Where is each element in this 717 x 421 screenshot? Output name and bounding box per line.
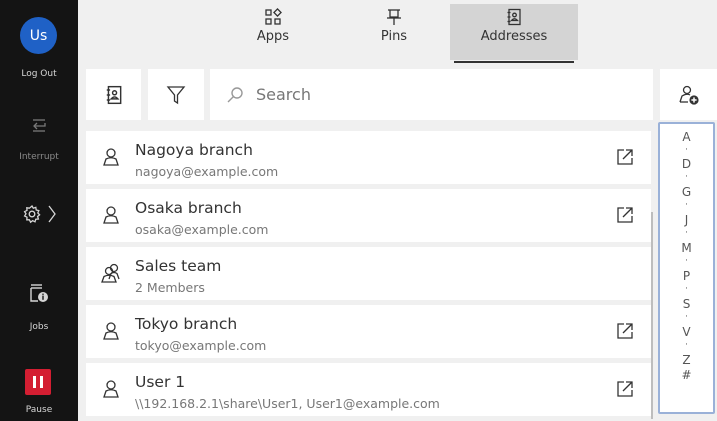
contact-name: Osaka branch [135,199,242,217]
contact-row[interactable]: Osaka branch osaka@example.com [86,189,651,242]
logout-label[interactable]: Log Out [0,69,78,79]
search-input[interactable] [254,84,638,105]
settings-button[interactable] [0,204,78,224]
alphabet-index[interactable]: A · D · G · J · M · P · S · V · Z # [658,122,715,414]
contact-row[interactable]: Nagoya branch nagoya@example.com [86,131,651,184]
jobs-icon[interactable] [0,282,78,304]
index-dot: · [685,284,688,294]
interrupt-icon[interactable] [0,117,78,133]
tab-addresses[interactable]: Addresses [450,4,578,63]
index-dot: · [685,312,688,322]
contact-detail: nagoya@example.com [135,164,279,179]
contact-name: Nagoya branch [135,141,253,159]
gear-icon [23,205,41,224]
search-box[interactable] [210,69,653,120]
external-link-icon[interactable] [615,321,635,341]
pause-button[interactable] [25,369,51,395]
pause-icon [33,376,43,388]
contact-list: Nagoya branch nagoya@example.com Osaka b… [86,131,651,419]
index-letter[interactable]: S [660,297,713,311]
group-icon [101,263,123,283]
filter-icon [166,85,186,104]
person-icon [101,321,121,341]
index-letter[interactable]: # [660,368,713,382]
index-letter[interactable]: A [660,130,713,144]
tab-apps[interactable]: Apps [209,4,337,60]
filter-button[interactable] [148,69,204,120]
add-contact-icon [678,85,699,105]
external-link-icon[interactable] [615,379,635,399]
tab-addresses-label: Addresses [480,29,548,44]
contact-row[interactable]: Sales team 2 Members [86,247,651,300]
index-dot: · [685,340,688,350]
index-letter[interactable]: Z [660,353,713,367]
tab-pins-label: Pins [380,29,408,44]
list-scrollbar[interactable] [651,212,653,419]
pause-label[interactable]: Pause [0,405,78,415]
index-letter[interactable]: D [660,157,713,171]
contact-detail: \\192.168.2.1\share\User1, User1@example… [135,396,440,411]
side-rail: Us Log Out Interrupt Jobs Pause [0,0,78,421]
tab-pins[interactable]: Pins [330,4,458,60]
avatar-initials: Us [29,27,48,44]
external-link-icon[interactable] [615,205,635,225]
external-link-icon[interactable] [615,147,635,167]
contact-detail: osaka@example.com [135,222,269,237]
person-icon [101,379,121,399]
jobs-label[interactable]: Jobs [0,322,78,332]
apps-grid-icon [265,8,282,25]
contact-row[interactable]: Tokyo branch tokyo@example.com [86,305,651,358]
contact-name: Sales team [135,257,222,275]
person-icon [101,205,121,225]
contact-detail: tokyo@example.com [135,338,267,353]
index-dot: · [685,228,688,238]
top-tab-bar: Apps Pins Addresses [78,0,717,64]
add-contact-button[interactable] [660,69,717,120]
active-tab-indicator [454,61,574,63]
contact-name: User 1 [135,373,186,391]
search-icon [226,86,244,104]
index-letter[interactable]: P [660,269,713,283]
contact-name: Tokyo branch [135,315,238,333]
interrupt-label[interactable]: Interrupt [0,152,78,162]
contact-row[interactable]: User 1 \\192.168.2.1\share\User1, User1@… [86,363,651,416]
index-letter[interactable]: V [660,325,713,339]
index-letter[interactable]: G [660,185,713,199]
index-dot: · [685,256,688,266]
index-dot: · [685,200,688,210]
index-letter[interactable]: J [660,213,713,227]
address-book-icon [507,8,521,26]
chevron-right-icon [48,205,56,223]
index-dot: · [685,172,688,182]
user-avatar[interactable]: Us [20,17,57,54]
index-letter[interactable]: M [660,241,713,255]
tab-apps-label: Apps [256,29,290,44]
pin-icon [387,9,401,25]
address-book-icon [106,85,121,104]
address-book-button[interactable] [86,69,141,120]
contact-detail: 2 Members [135,280,205,295]
person-icon [101,147,121,167]
index-dot: · [685,145,688,155]
